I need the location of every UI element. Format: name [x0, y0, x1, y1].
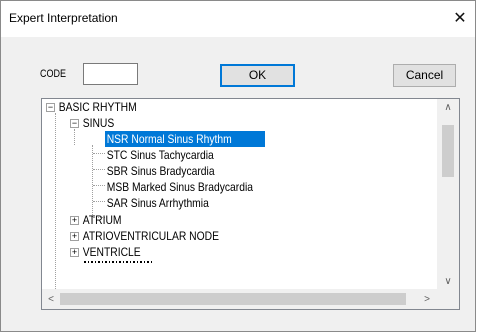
scrollbar-corner	[437, 289, 459, 309]
tree-item-label: STC Sinus Tachycardia	[106, 148, 214, 162]
collapse-icon[interactable]: −	[70, 119, 79, 128]
clipped-tree-item	[81, 261, 161, 265]
tree-line	[93, 201, 105, 202]
interpretation-tree[interactable]: − BASIC RHYTHM − SINUS NSR Normal Sinus …	[41, 98, 460, 310]
tree-item-label: SBR Sinus Bradycardia	[106, 164, 215, 178]
expand-icon[interactable]: +	[70, 232, 79, 241]
horizontal-scrollbar[interactable]: < >	[42, 289, 438, 309]
collapse-icon[interactable]: −	[46, 103, 55, 112]
tree-content: − BASIC RHYTHM − SINUS NSR Normal Sinus …	[42, 99, 436, 293]
tree-item-label: BASIC RHYTHM	[58, 100, 137, 114]
tree-line	[93, 169, 105, 170]
scroll-down-icon[interactable]: ∨	[437, 273, 459, 290]
tree-item-label: SINUS	[82, 116, 115, 130]
code-input[interactable]	[83, 63, 138, 85]
tree-line	[92, 145, 93, 217]
window-title: Expert Interpretation	[9, 11, 118, 25]
expert-interpretation-dialog: Expert Interpretation ✕ CODE OK Cancel −…	[0, 0, 476, 332]
scroll-up-icon[interactable]: ∧	[437, 99, 459, 116]
tree-line	[93, 153, 105, 154]
tree-item-label: ATRIOVENTRICULAR NODE	[82, 229, 220, 243]
vertical-scrollbar[interactable]: ∧ ∨	[437, 99, 459, 290]
expand-icon[interactable]: +	[70, 216, 79, 225]
tree-item-label: MSB Marked Sinus Bradycardia	[106, 180, 253, 194]
scroll-left-icon[interactable]: <	[42, 291, 60, 308]
tree-item-nsr[interactable]: NSR Normal Sinus Rhythm	[42, 131, 436, 147]
code-label: CODE	[40, 68, 67, 80]
expand-icon[interactable]: +	[70, 248, 79, 257]
tree-line	[93, 185, 105, 186]
horizontal-scroll-thumb[interactable]	[60, 293, 406, 305]
ok-button[interactable]: OK	[220, 64, 295, 87]
tree-item-label: ATRIUM	[82, 213, 122, 227]
close-icon[interactable]: ✕	[445, 1, 475, 37]
tree-item-label: VENTRICLE	[82, 245, 141, 259]
tree-item-label: SAR Sinus Arrhythmia	[106, 196, 209, 210]
tree-item-label: NSR Normal Sinus Rhythm	[106, 132, 232, 146]
title-bar: Expert Interpretation ✕	[1, 1, 475, 37]
scroll-right-icon[interactable]: >	[418, 291, 436, 308]
cancel-button[interactable]: Cancel	[393, 64, 456, 87]
vertical-scroll-thumb[interactable]	[442, 125, 454, 177]
